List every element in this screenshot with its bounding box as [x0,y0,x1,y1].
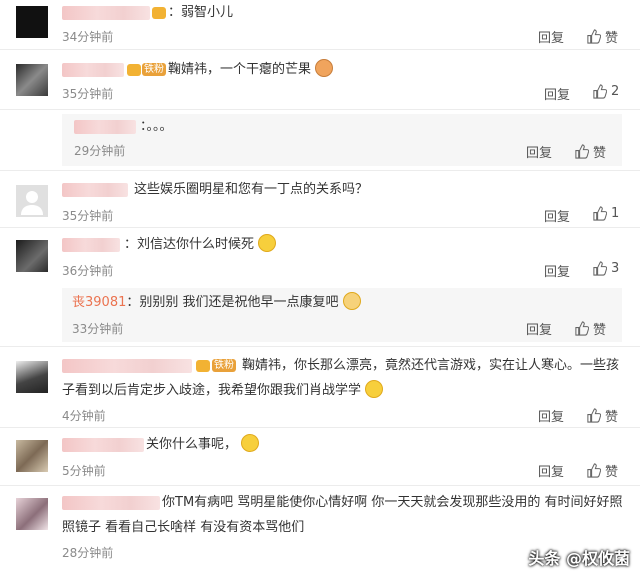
like-count: 2 [611,84,620,99]
comment-time: 33分钟前 [72,322,124,336]
comment-text: 鞠婧祎，一个干瘪的芒果 [168,59,334,81]
like-button[interactable]: 3 [592,261,619,276]
comment-text-line2: 照镜子 看看自己长啥样 有没有资本骂他们 [62,520,305,535]
thumbs-up-icon [593,84,607,99]
comment-time: 35分钟前 [62,87,114,101]
avatar[interactable] [16,440,48,472]
comment-text: ：刘信达你什么时候死 [124,234,277,256]
comment-item: 铁粉 鞠婧祎，你长那么漂亮，竟然还代言游戏，实在让人寒心。一些孩 子看到以后肯定… [0,346,640,428]
crown-icon [127,64,141,76]
comment-time: 36分钟前 [62,264,114,278]
username-blurred[interactable] [62,496,160,510]
reply-item: ：。。。 29分钟前 回复 赞 [62,114,622,166]
reply-username[interactable]: 丧39081 [72,295,126,310]
comment-item: ：弱智小儿 34分钟前 回复 赞 [0,0,640,50]
watermark: 头条 @权攸菌 [528,549,630,568]
thumbs-up-icon [575,144,589,159]
cat-emoji-icon [342,292,361,310]
reply-button[interactable]: 回复 [544,261,570,280]
fan-badge: 铁粉 [142,63,166,76]
crown-icon [196,360,210,372]
comment-time: 35分钟前 [62,209,114,223]
comment-text: ：弱智小儿 [168,5,234,20]
comment-text: ：。。。 [140,119,173,134]
comment-text-line1: 鞠婧祎，你长那么漂亮，竟然还代言游戏，实在让人寒心。一些孩 [242,358,620,373]
comment-item: 铁粉 鞠婧祎，一个干瘪的芒果 35分钟前 回复 2 [0,50,640,110]
reply-button[interactable]: 回复 [538,461,564,480]
reply-item: 丧39081：别别别 我们还是祝他早一点康复吧 33分钟前 回复 赞 [62,288,622,342]
like-button[interactable]: 1 [592,206,619,221]
like-button[interactable]: 赞 [574,142,606,161]
thumbs-up-icon [587,29,601,44]
like-count: 3 [611,261,620,276]
comment-text-body: 子看到以后肯定步入歧途，我希望你跟我们肖战学学 [62,383,362,398]
like-button[interactable]: 赞 [586,406,618,425]
reply-button[interactable]: 回复 [526,142,552,161]
thumbs-up-icon [587,408,601,423]
avatar[interactable] [16,6,48,38]
username-blurred[interactable] [62,359,192,373]
reply-button[interactable]: 回复 [538,27,564,46]
reply-button[interactable]: 回复 [538,406,564,425]
thumbs-up-icon [593,206,607,221]
avatar[interactable] [16,64,48,96]
fan-badge: 铁粉 [212,359,236,372]
username-blurred[interactable] [62,238,120,252]
crown-icon [152,7,166,19]
username-blurred[interactable] [62,6,150,20]
comment-text-body: 鞠婧祎，一个干瘪的芒果 [168,62,312,77]
avatar[interactable] [16,361,48,393]
username-blurred[interactable] [62,63,124,77]
default-avatar-icon [21,191,43,215]
username-blurred[interactable] [62,438,144,452]
username-blurred[interactable] [74,120,136,134]
like-label: 赞 [605,465,619,480]
like-button[interactable]: 赞 [586,27,618,46]
comment-text-body: ：别别别 我们还是祝他早一点康复吧 [126,295,339,310]
thumbs-up-icon [593,261,607,276]
mango-emoji-icon [315,59,334,77]
glasses-emoji-icon [365,380,384,398]
comment-text: 这些娱乐圈明星和您有一丁点的关系吗？ [134,182,369,197]
avatar[interactable] [16,498,48,530]
comment-time: 29分钟前 [74,144,126,158]
like-button[interactable]: 2 [592,84,619,99]
comment-time: 4分钟前 [62,409,106,423]
comment-text-line2: 子看到以后肯定步入歧途，我希望你跟我们肖战学学 [62,380,384,402]
like-label: 赞 [593,323,607,338]
reply-button[interactable]: 回复 [544,206,570,225]
like-count: 1 [611,206,620,221]
comment-time: 34分钟前 [62,30,114,44]
smile-emoji-icon [258,234,277,252]
username-blurred[interactable] [62,183,128,197]
glasses-emoji-icon [241,434,260,452]
comment-text: 关你什么事呢， [146,434,260,456]
comment-time: 5分钟前 [62,464,106,478]
like-label: 赞 [593,146,607,161]
like-button[interactable]: 赞 [574,319,606,338]
like-label: 赞 [605,410,619,425]
reply-button[interactable]: 回复 [526,319,552,338]
avatar[interactable] [16,185,48,217]
comment-item: 关你什么事呢， 5分钟前 回复 赞 [0,428,640,486]
avatar[interactable] [16,240,48,272]
like-button[interactable]: 赞 [586,461,618,480]
thumbs-up-icon [587,463,601,478]
comment-text-body: ：刘信达你什么时候死 [124,237,255,252]
comment-item: ：刘信达你什么时候死 36分钟前 回复 3 [0,228,640,286]
comment-item: 这些娱乐圈明星和您有一丁点的关系吗？ 35分钟前 回复 1 [0,170,640,228]
reply-button[interactable]: 回复 [544,84,570,103]
comment-text-line1: 你TM有病吧 骂明星能使你心情好啊 你一天天就会发现那些没用的 有时间好好照 [162,495,623,510]
comment-time: 28分钟前 [62,546,114,560]
comment-text: 丧39081：别别别 我们还是祝他早一点康复吧 [72,292,361,314]
comment-text-body: 关你什么事呢， [146,437,238,452]
thumbs-up-icon [575,321,589,336]
like-label: 赞 [605,31,619,46]
